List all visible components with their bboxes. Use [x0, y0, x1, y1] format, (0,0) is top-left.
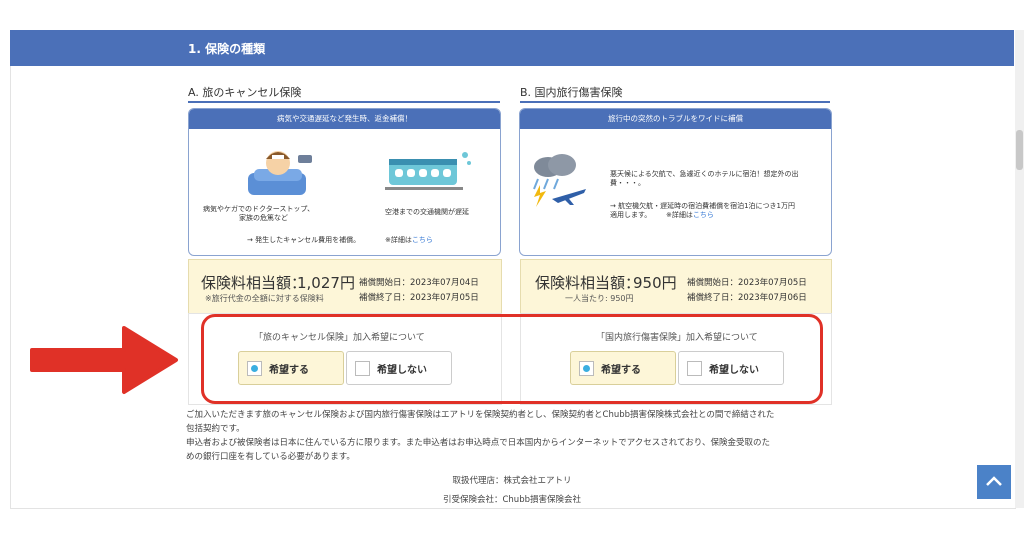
plan-b-end: 補償終了日：2023年07月06日	[687, 291, 807, 303]
section-title: 1. 保険の種類	[188, 42, 266, 56]
plan-b-end-label: 補償終了日：	[687, 293, 739, 303]
plan-b-underline	[520, 101, 830, 103]
plan-b-detail-link[interactable]: こちら	[693, 211, 714, 219]
plan-b-detail: ※詳細はこちら	[666, 210, 714, 220]
plan-b-premium: 保険料相当額： 950円 一人当たり: 950円 補償開始日：2023年07月0…	[520, 259, 832, 315]
highlight-outline	[201, 314, 823, 404]
storm-airplane-illustration	[533, 154, 586, 207]
plan-a-detail: ※詳細はこちら	[385, 235, 433, 245]
plan-a-label: A. 旅のキャンセル保険	[188, 86, 302, 99]
chevron-up-icon	[986, 476, 1002, 486]
plan-b-desc-4: 適用します。	[610, 211, 652, 219]
plan-a-card: 病気や交通遅延など発生時、返金補償！ 病気やケガでのドクターストップ、 家族の危…	[188, 108, 501, 256]
red-arrow-icon	[30, 326, 178, 394]
plan-a-banner: 病気や交通遅延など発生時、返金補償！	[189, 109, 500, 129]
notes-line-4: めの銀行口座を有している必要があります。	[186, 452, 355, 462]
plan-b-card: 旅行中の突然のトラブルをワイドに補償 悪天候による欠航で、急遽近くのホテルに宿泊…	[519, 108, 832, 256]
plan-b-start-date: 2023年07月05日	[738, 278, 807, 288]
plan-b-premium-label: 保険料相当額：	[535, 274, 641, 292]
plan-a-note: → 発生したキャンセル費用を補償。	[247, 236, 361, 244]
notes-line-3: 申込者および被保険者は日本に住んでいる方に限ります。また申込者はお申込時点で日本…	[186, 438, 770, 448]
notes-line-2: 包括契約です。	[186, 424, 245, 434]
plan-a-premium-sub: ※旅行代金の全額に対する保険料	[205, 294, 324, 303]
scrollbar-thumb[interactable]	[1016, 130, 1023, 170]
scroll-to-top-button[interactable]	[977, 465, 1011, 499]
plan-a-start: 補償開始日：2023年07月04日	[359, 276, 479, 288]
plan-b-end-date: 2023年07月06日	[738, 293, 807, 303]
plan-a-start-date: 2023年07月04日	[410, 278, 479, 288]
plan-a-caption-right: 空港までの交通機関が遅延	[385, 208, 469, 216]
plan-a-start-label: 補償開始日：	[359, 278, 411, 288]
plan-a-end-date: 2023年07月05日	[410, 293, 479, 303]
plan-b-premium-value: 950円	[633, 274, 677, 292]
plan-b-start-label: 補償開始日：	[687, 278, 739, 288]
plan-b-desc-2: 費・・・。	[610, 179, 645, 187]
plan-b-start: 補償開始日：2023年07月05日	[687, 276, 807, 288]
train-illustration	[385, 152, 471, 190]
plan-a-end-label: 補償終了日：	[359, 293, 411, 303]
plan-b-banner: 旅行中の突然のトラブルをワイドに補償	[520, 109, 831, 129]
plan-a-premium-label: 保険料相当額：	[201, 274, 307, 292]
plan-a-end: 補償終了日：2023年07月05日	[359, 291, 479, 303]
scrollbar-track[interactable]	[1015, 30, 1024, 508]
sick-person-illustration	[248, 151, 312, 195]
notes-line-1: ご加入いただきます旅のキャンセル保険および国内旅行傷害保険はエアトリを保険契約者…	[186, 410, 775, 420]
plan-b-label: B. 国内旅行傷害保険	[520, 86, 623, 99]
plan-a-underline	[188, 101, 500, 103]
plan-a-premium-value: 1,027円	[297, 274, 355, 292]
plan-a-detail-prefix: ※詳細は	[385, 236, 412, 244]
plan-b-detail-prefix: ※詳細は	[666, 211, 693, 219]
section-header	[10, 30, 1014, 66]
plan-a-caption-left-2: 家族の危篤など	[239, 214, 288, 222]
plan-b-premium-sub: 一人当たり: 950円	[565, 294, 634, 303]
agent-text: 取扱代理店：株式会社エアトリ	[452, 476, 572, 486]
plan-a-detail-link[interactable]: こちら	[412, 236, 433, 244]
plan-a-premium: 保険料相当額： 1,027円 ※旅行代金の全額に対する保険料 補償開始日：202…	[188, 259, 502, 315]
insurer-text: 引受保険会社：Chubb損害保険会社	[442, 495, 581, 505]
